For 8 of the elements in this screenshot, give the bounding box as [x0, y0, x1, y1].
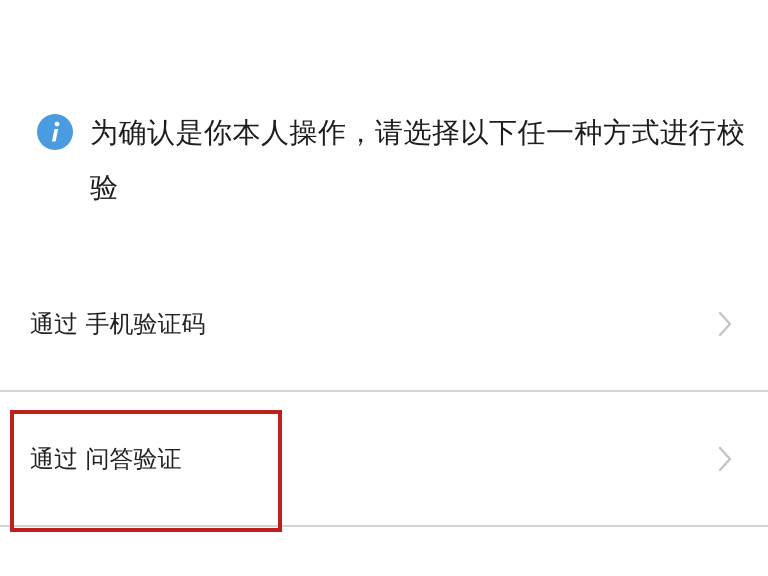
chevron-icon — [718, 446, 732, 472]
option-label: 通过 问答验证 — [30, 444, 182, 474]
verification-option[interactable]: 通过 手机验证码 — [0, 257, 768, 392]
chevron-icon — [718, 310, 732, 336]
option-label: 通过 手机验证码 — [30, 308, 206, 340]
verification-option[interactable]: 通过 问答验证 — [0, 392, 768, 527]
info-icon — [37, 114, 73, 150]
notice-text: 为确认是你本人操作，请选择以下任一种方式进行校验 — [90, 115, 746, 206]
